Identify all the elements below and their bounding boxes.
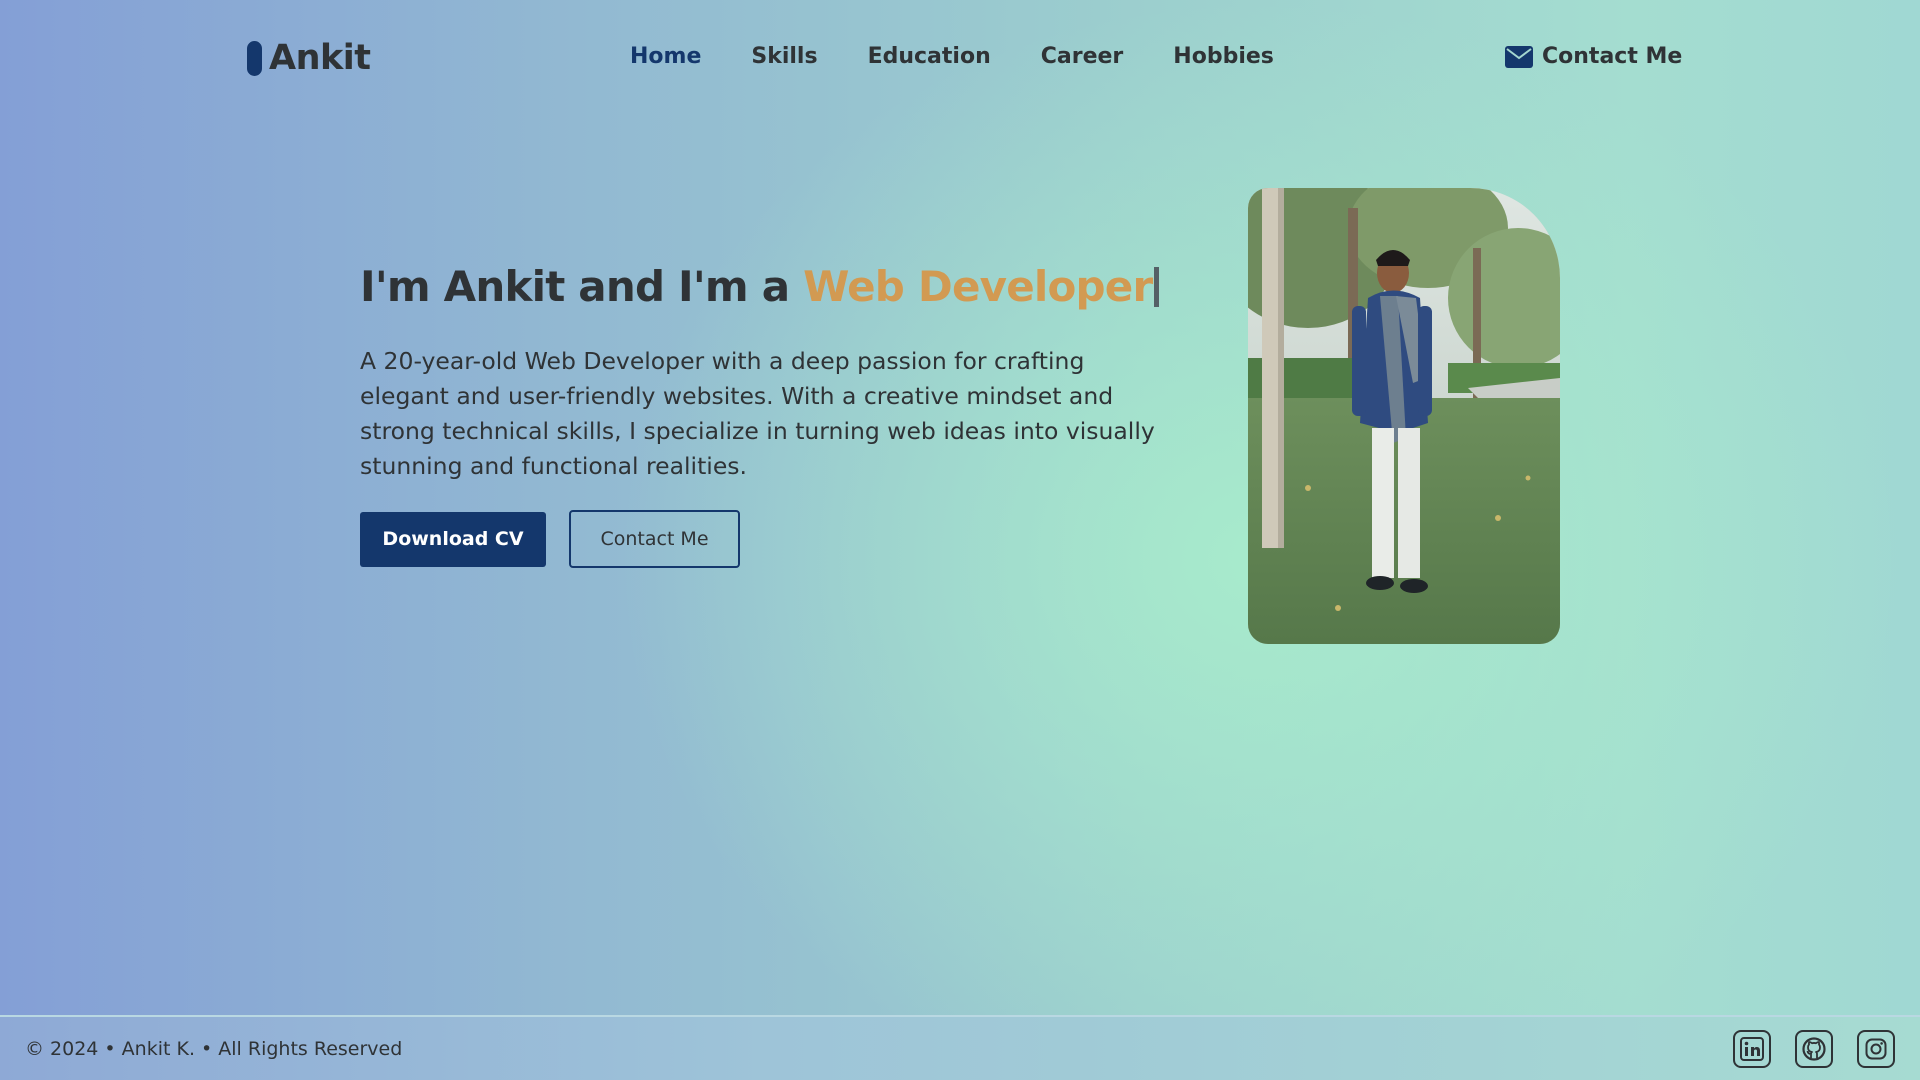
instagram-icon [1865, 1038, 1887, 1060]
headline-role: Web Developer [803, 262, 1153, 311]
contact-me-label: Contact Me [1542, 44, 1683, 69]
envelope-icon [1505, 45, 1533, 68]
logo-text: Ankit [269, 38, 371, 78]
logo-mark [247, 40, 262, 76]
headline-prefix: I'm Ankit and I'm a [360, 262, 804, 311]
linkedin-link[interactable] [1733, 1030, 1771, 1068]
copyright-text: © 2024 • Ankit K. • All Rights Reserved [25, 1038, 403, 1060]
site-header: Ankit Home Skills Education Career Hobbi… [0, 0, 1920, 120]
contact-me-link[interactable]: Contact Me [1505, 44, 1682, 69]
nav-item-home[interactable]: Home [630, 44, 701, 69]
site-footer: © 2024 • Ankit K. • All Rights Reserved [0, 1015, 1920, 1080]
profile-photo-illustration [1248, 188, 1560, 644]
logo[interactable]: Ankit [247, 38, 371, 78]
contact-me-button[interactable]: Contact Me [569, 510, 740, 568]
nav-item-skills[interactable]: Skills [751, 44, 817, 69]
main-nav: Home Skills Education Career Hobbies [630, 44, 1324, 69]
github-icon [1802, 1037, 1826, 1061]
nav-item-career[interactable]: Career [1041, 44, 1124, 69]
profile-photo [1248, 188, 1560, 644]
nav-item-hobbies[interactable]: Hobbies [1173, 44, 1274, 69]
nav-item-education[interactable]: Education [868, 44, 991, 69]
instagram-link[interactable] [1857, 1030, 1895, 1068]
hero-buttons: Download CV Contact Me [360, 510, 1200, 568]
hero-section: I'm Ankit and I'm a Web Developer A 20-y… [360, 262, 1200, 568]
typing-cursor [1154, 267, 1160, 307]
hero-description: A 20-year-old Web Developer with a deep … [360, 347, 1155, 480]
github-link[interactable] [1795, 1030, 1833, 1068]
download-cv-button[interactable]: Download CV [360, 511, 546, 567]
hero-headline: I'm Ankit and I'm a Web Developer [360, 262, 1200, 311]
linkedin-icon [1740, 1037, 1764, 1061]
